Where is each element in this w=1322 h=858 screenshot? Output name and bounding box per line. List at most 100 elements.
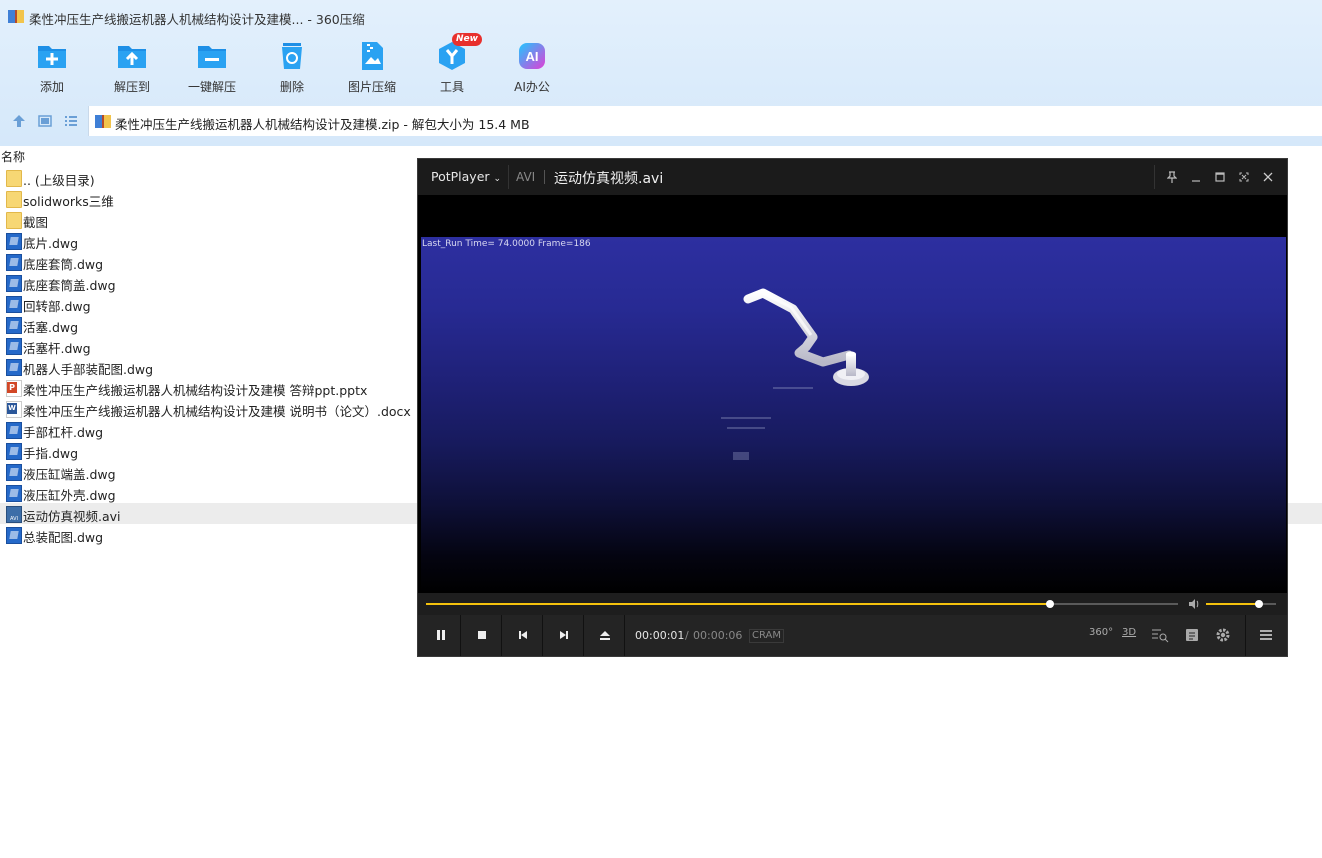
delete-label: 删除: [279, 80, 304, 94]
one-click-extract-button[interactable]: 一键解压: [172, 38, 252, 100]
potplayer-window: PotPlayer ⌄ AVI 运动仿真视频.avi Last_Run Time…: [417, 158, 1288, 657]
path-field[interactable]: 柔性冲压生产线搬运机器人机械结构设计及建模.zip - 解包大小为 15.4 M…: [88, 106, 1322, 136]
folder-icon: [6, 212, 22, 229]
seek-progress: [426, 603, 1051, 605]
seek-bar[interactable]: [426, 600, 1178, 608]
app-header: 柔性冲压生产线搬运机器人机械结构设计及建模... - 360压缩 添加 解压到 …: [0, 0, 1322, 146]
codec-badge: CRAM: [749, 629, 784, 643]
new-badge: New: [452, 33, 482, 46]
stop-button[interactable]: [462, 615, 502, 656]
previous-icon: [519, 631, 527, 639]
settings-gear-icon[interactable]: [1215, 627, 1231, 643]
separator: [544, 170, 545, 184]
file-name: 运动仿真视频.avi: [23, 509, 121, 524]
fullscreen-icon[interactable]: [1235, 168, 1253, 186]
archive-app-icon: [8, 10, 24, 23]
volume-level: [1206, 603, 1259, 605]
extract-to-button[interactable]: 解压到: [92, 38, 172, 100]
ai-office-label: AI办公: [514, 80, 550, 94]
ai-office-button[interactable]: AI AI办公: [492, 38, 572, 100]
video-frame[interactable]: Last_Run Time= 74.0000 Frame=186: [421, 237, 1286, 593]
dwg-file-icon: [6, 275, 22, 292]
maximize-icon[interactable]: [1211, 168, 1229, 186]
ai-office-icon: AI: [519, 43, 545, 69]
volume-icon[interactable]: [1188, 598, 1200, 610]
stop-icon: [478, 631, 486, 639]
close-icon[interactable]: [1259, 168, 1277, 186]
image-compress-button[interactable]: 图片压缩: [332, 38, 412, 100]
playlist-icon[interactable]: [1185, 627, 1199, 643]
chevron-down-icon: ⌄: [493, 174, 502, 184]
extract-to-label: 解压到: [113, 80, 150, 94]
add-label: 添加: [39, 80, 64, 94]
extract-to-icon: [118, 46, 146, 68]
current-time: 00:00:01: [635, 629, 685, 642]
hamburger-menu-icon[interactable]: [1259, 627, 1273, 643]
file-name: 底座套筒.dwg: [23, 257, 104, 272]
dwg-file-icon: [6, 338, 22, 355]
dwg-file-icon: [6, 317, 22, 334]
file-name: 底座套筒盖.dwg: [23, 278, 116, 293]
folder-icon: [6, 170, 22, 187]
file-name: 总装配图.dwg: [23, 530, 104, 545]
image-compress-label: 图片压缩: [347, 80, 396, 94]
dwg-file-icon: [6, 443, 22, 460]
eject-icon: [600, 631, 610, 640]
column-header-name[interactable]: 名称: [1, 148, 25, 165]
control-buttons: 00:00:01 / 00:00:06 CRAM 360° 3D: [418, 615, 1287, 656]
title-bar: 柔性冲压生产线搬运机器人机械结构设计及建模... - 360压缩: [0, 0, 1322, 32]
add-button[interactable]: 添加: [12, 38, 92, 100]
dwg-file-icon: [6, 485, 22, 502]
player-app-name: PotPlayer: [431, 169, 490, 184]
next-button[interactable]: [544, 615, 584, 656]
file-name: 液压缸端盖.dwg: [23, 467, 116, 482]
image-compress-icon: [362, 42, 383, 70]
file-name: 柔性冲压生产线搬运机器人机械结构设计及建模 答辩ppt.pptx: [23, 383, 368, 398]
tools-button[interactable]: New 工具: [412, 33, 492, 100]
3d-button[interactable]: 3D: [1122, 627, 1136, 643]
player-menu-button[interactable]: PotPlayer ⌄: [431, 169, 501, 184]
docx-file-icon: [6, 401, 22, 418]
separator: [1154, 165, 1155, 189]
volume-handle[interactable]: [1254, 600, 1263, 608]
thumbnail-view-icon[interactable]: [38, 114, 52, 128]
one-click-extract-label: 一键解压: [187, 80, 236, 94]
address-bar: 柔性冲压生产线搬运机器人机械结构设计及建模.zip - 解包大小为 15.4 M…: [0, 106, 1322, 136]
eject-button[interactable]: [585, 615, 625, 656]
file-name: solidworks三维: [23, 194, 114, 209]
file-name: 底片.dwg: [23, 236, 79, 251]
time-separator: /: [685, 629, 689, 642]
dwg-file-icon: [6, 296, 22, 313]
tools-label: 工具: [439, 80, 464, 94]
dwg-file-icon: [6, 464, 22, 481]
file-name: 活塞.dwg: [23, 320, 79, 335]
list-view-icon[interactable]: [64, 114, 78, 128]
total-time: 00:00:06: [693, 629, 743, 642]
volume-bar[interactable]: [1206, 600, 1276, 608]
delete-button[interactable]: 删除: [252, 38, 332, 100]
up-arrow-icon[interactable]: [12, 114, 26, 128]
player-title-bar: PotPlayer ⌄ AVI 运动仿真视频.avi: [418, 159, 1287, 195]
seek-handle[interactable]: [1046, 600, 1055, 608]
one-click-extract-icon: [198, 46, 226, 68]
pptx-file-icon: [6, 380, 22, 397]
dwg-file-icon: [6, 527, 22, 544]
dwg-file-icon: [6, 233, 22, 250]
vr-360-button[interactable]: 360°: [1089, 627, 1113, 643]
file-name: 截图: [23, 215, 49, 230]
file-name: 手部杠杆.dwg: [23, 425, 104, 440]
file-name: 活塞杆.dwg: [23, 341, 91, 356]
previous-button[interactable]: [503, 615, 543, 656]
file-name: 机器人手部装配图.dwg: [23, 362, 154, 377]
minimize-icon[interactable]: [1187, 168, 1205, 186]
pause-button[interactable]: [421, 615, 461, 656]
playlist-search-icon[interactable]: [1151, 627, 1169, 643]
file-name: .. (上级目录): [23, 173, 95, 188]
path-text: 柔性冲压生产线搬运机器人机械结构设计及建模.zip - 解包大小为 15.4 M…: [115, 117, 530, 132]
file-name: 手指.dwg: [23, 446, 79, 461]
separator: [1245, 615, 1246, 656]
dwg-file-icon: [6, 422, 22, 439]
separator: [508, 165, 509, 189]
pause-icon: [437, 630, 445, 640]
pin-icon[interactable]: [1163, 168, 1181, 186]
